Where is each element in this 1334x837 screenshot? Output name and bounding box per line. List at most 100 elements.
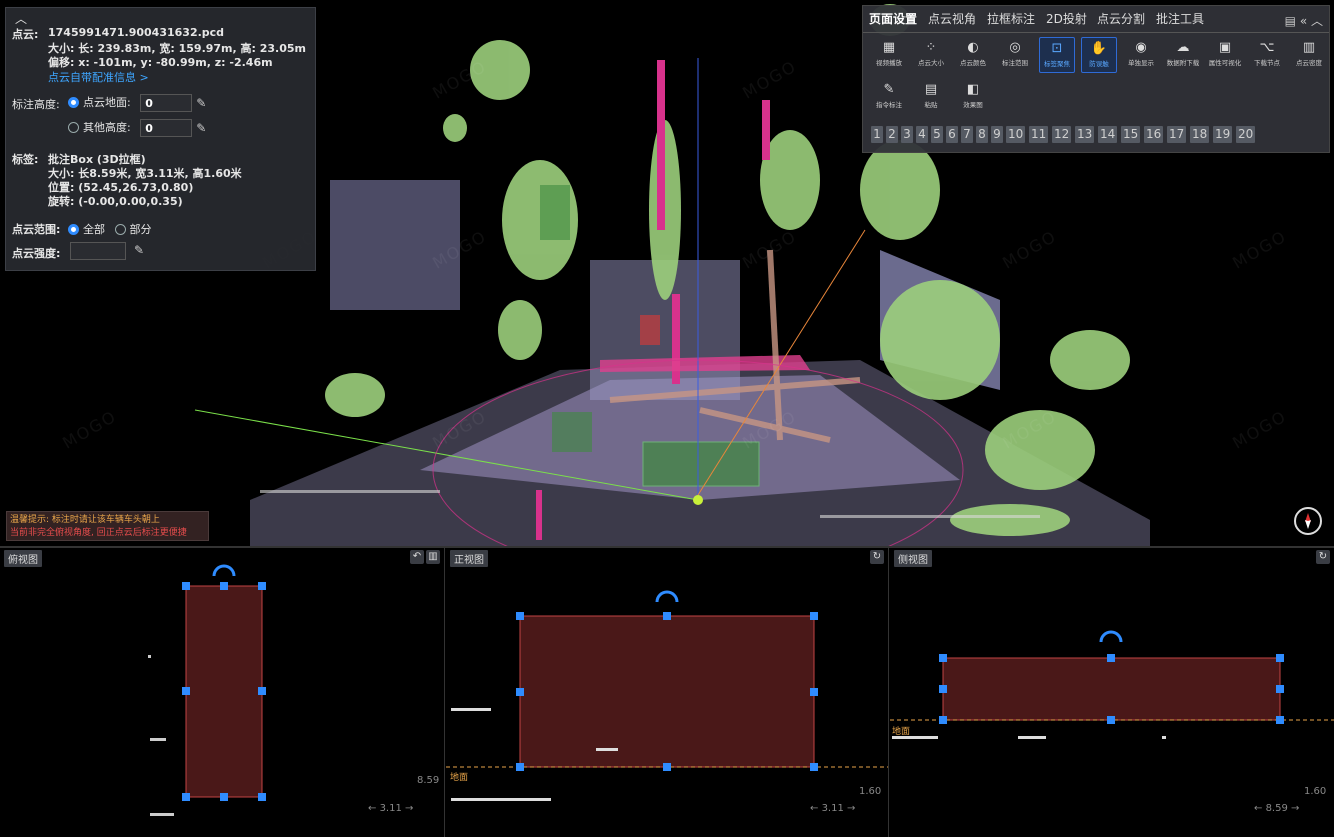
- collapse-icon[interactable]: ︿: [15, 10, 27, 27]
- tool-attr-visual[interactable]: ▣ 属性可视化: [1207, 37, 1243, 73]
- download-cloud-icon: ☁: [1176, 40, 1190, 55]
- config-info-link[interactable]: 点云自带配准信息 >: [48, 69, 149, 85]
- toolbar-controls: ▤ « ︿: [1285, 12, 1323, 29]
- front-view-canvas[interactable]: [446, 548, 889, 837]
- radio-icon[interactable]: [68, 122, 79, 133]
- tool-label: 下载节点: [1254, 59, 1280, 67]
- tool-label: 粘贴: [924, 101, 938, 109]
- cloud-file-name: 1745991471.900431632.pcd: [48, 26, 225, 39]
- radio-icon[interactable]: [114, 224, 126, 235]
- frame-number[interactable]: 16: [1144, 126, 1164, 143]
- side-view-canvas[interactable]: [890, 548, 1334, 837]
- tool-label: 点云密度: [1296, 59, 1322, 67]
- toolbar-panel: 页面设置 点云视角 拉框标注 2D投射 点云分割 批注工具 ▤ « ︿ ▦ 视频播…: [862, 5, 1330, 153]
- pointcloud-info-panel: ︿ 点云: 1745991471.900431632.pcd 大小: 长: 23…: [5, 7, 316, 271]
- top-view-panel[interactable]: 俯视图 ↶ ▥ 8.59 ← 3.11 →: [0, 548, 445, 837]
- frame-number[interactable]: 5: [931, 126, 943, 143]
- frame-number[interactable]: 18: [1190, 126, 1210, 143]
- other-height-input[interactable]: 0: [140, 119, 193, 137]
- tool-point-size[interactable]: ⁘ 点云大小: [913, 37, 949, 73]
- tab-page-settings[interactable]: 页面设置: [865, 10, 921, 27]
- front-view-ground-label: 地面: [450, 773, 469, 783]
- frame-number[interactable]: 6: [946, 126, 958, 143]
- paste-icon: ▤: [924, 82, 938, 97]
- tool-instruct-annotate[interactable]: ✎ 指令标注: [871, 79, 907, 115]
- frame-number[interactable]: 3: [901, 126, 913, 143]
- ground-height-label: 点云地面:: [83, 96, 131, 109]
- frame-number[interactable]: 17: [1167, 126, 1187, 143]
- ground-height-input[interactable]: 0: [140, 94, 193, 112]
- top-view-width-row: ← 3.11 →: [368, 803, 414, 814]
- cloud-label: 点云:: [12, 28, 39, 41]
- video-icon: ▦: [882, 40, 896, 55]
- density-label: 点云强度:: [12, 247, 61, 260]
- frame-number[interactable]: 2: [886, 126, 898, 143]
- tool-label: 视频播放: [876, 59, 902, 67]
- frame-number[interactable]: 10: [1006, 126, 1026, 143]
- density-input[interactable]: [70, 242, 126, 260]
- tool-download-nodes[interactable]: ⌥ 下载节点: [1249, 37, 1285, 73]
- tool-point-density[interactable]: ▥ 点云密度: [1291, 37, 1327, 73]
- frame-number[interactable]: 8: [976, 126, 988, 143]
- hand-icon: ✋: [1090, 41, 1108, 56]
- point-cloud-3d-view[interactable]: MOGO MOGO MOGO MOGO MOGO MOGO MOGO MOGO …: [0, 0, 1334, 548]
- frame-number[interactable]: 7: [961, 126, 973, 143]
- collapse-up-icon[interactable]: ︿: [1311, 14, 1323, 28]
- tool-preview[interactable]: ◧ 效果图: [955, 79, 991, 115]
- front-view-panel[interactable]: 正视图 ↻ 地面 1.60 ← 3.11 →: [446, 548, 889, 837]
- menu-icon[interactable]: ▤: [1285, 14, 1296, 28]
- tool-annotate-range[interactable]: ◎ 标注范围: [997, 37, 1033, 73]
- frame-number[interactable]: 15: [1121, 126, 1141, 143]
- tool-solo-display[interactable]: ◉ 单独显示: [1123, 37, 1159, 73]
- tool-point-color[interactable]: ◐ 点云颜色: [955, 37, 991, 73]
- other-height-option[interactable]: 其他高度: 0 ✎: [68, 119, 206, 137]
- tool-label: 指令标注: [876, 101, 902, 109]
- frame-number[interactable]: 4: [916, 126, 928, 143]
- ground-height-option[interactable]: 点云地面: 0 ✎: [68, 94, 206, 112]
- compass-icon[interactable]: [1294, 507, 1322, 535]
- frame-number[interactable]: 12: [1052, 126, 1072, 143]
- frame-number[interactable]: 14: [1098, 126, 1118, 143]
- top-view-canvas[interactable]: [0, 548, 445, 837]
- tool-data-download[interactable]: ☁ 数据附下载: [1165, 37, 1201, 73]
- side-view-panel[interactable]: 侧视图 ↻ 地面 1.60 ← 8.59 →: [890, 548, 1334, 837]
- tab-comment-tools[interactable]: 批注工具: [1152, 10, 1208, 27]
- tag-rotation: 旋转: (-0.00,0.00,0.35): [48, 195, 183, 208]
- tab-cloud-view[interactable]: 点云视角: [924, 10, 980, 27]
- radio-selected-icon[interactable]: [68, 97, 79, 108]
- eye-icon: ◉: [1135, 40, 1147, 55]
- height-label: 标注高度:: [12, 98, 60, 111]
- tool-label-focus[interactable]: ⊡ 标签聚焦: [1039, 37, 1075, 73]
- range-part-option[interactable]: 部分: [130, 223, 152, 236]
- chart-icon: ▣: [1218, 40, 1232, 55]
- range-all-option[interactable]: 全部: [83, 223, 105, 236]
- tool-label: 效果图: [963, 101, 983, 109]
- frame-number[interactable]: 1: [871, 126, 883, 143]
- top-view-height-value: 8.59: [417, 775, 440, 786]
- front-view-height-value: 1.60: [859, 786, 882, 797]
- tab-2d-projection[interactable]: 2D投射: [1042, 10, 1091, 27]
- collapse-left-icon[interactable]: «: [1300, 14, 1307, 28]
- focus-icon: ⊡: [1051, 41, 1063, 56]
- nodes-icon: ⌥: [1259, 40, 1275, 55]
- pen-icon[interactable]: ✎: [196, 121, 206, 135]
- warning-line-2: 当前非完全俯视角度, 回正点云后标注更便捷: [10, 528, 187, 538]
- frame-number[interactable]: 13: [1075, 126, 1095, 143]
- tool-paste[interactable]: ▤ 粘贴: [913, 79, 949, 115]
- frame-number[interactable]: 20: [1236, 126, 1256, 143]
- side-view-height-value: 1.60: [1304, 786, 1327, 797]
- grid-icon: ▥: [1302, 40, 1316, 55]
- pen-icon[interactable]: ✎: [196, 96, 206, 110]
- frame-number[interactable]: 19: [1213, 126, 1233, 143]
- side-view-ground-label: 地面: [892, 727, 911, 737]
- tool-anti-touch[interactable]: ✋ 防误触: [1081, 37, 1117, 73]
- cloud-offset: 偏移: x: -101m, y: -80.99m, z: -2.46m: [48, 56, 273, 69]
- tab-box-annotate[interactable]: 拉框标注: [983, 10, 1039, 27]
- pen-icon[interactable]: ✎: [134, 243, 144, 257]
- tab-cloud-segment[interactable]: 点云分割: [1093, 10, 1149, 27]
- radio-selected-icon[interactable]: [68, 224, 79, 235]
- tool-video-play[interactable]: ▦ 视频播放: [871, 37, 907, 73]
- frame-number[interactable]: 11: [1029, 126, 1049, 143]
- tool-label: 单独显示: [1128, 59, 1154, 67]
- frame-number[interactable]: 9: [991, 126, 1003, 143]
